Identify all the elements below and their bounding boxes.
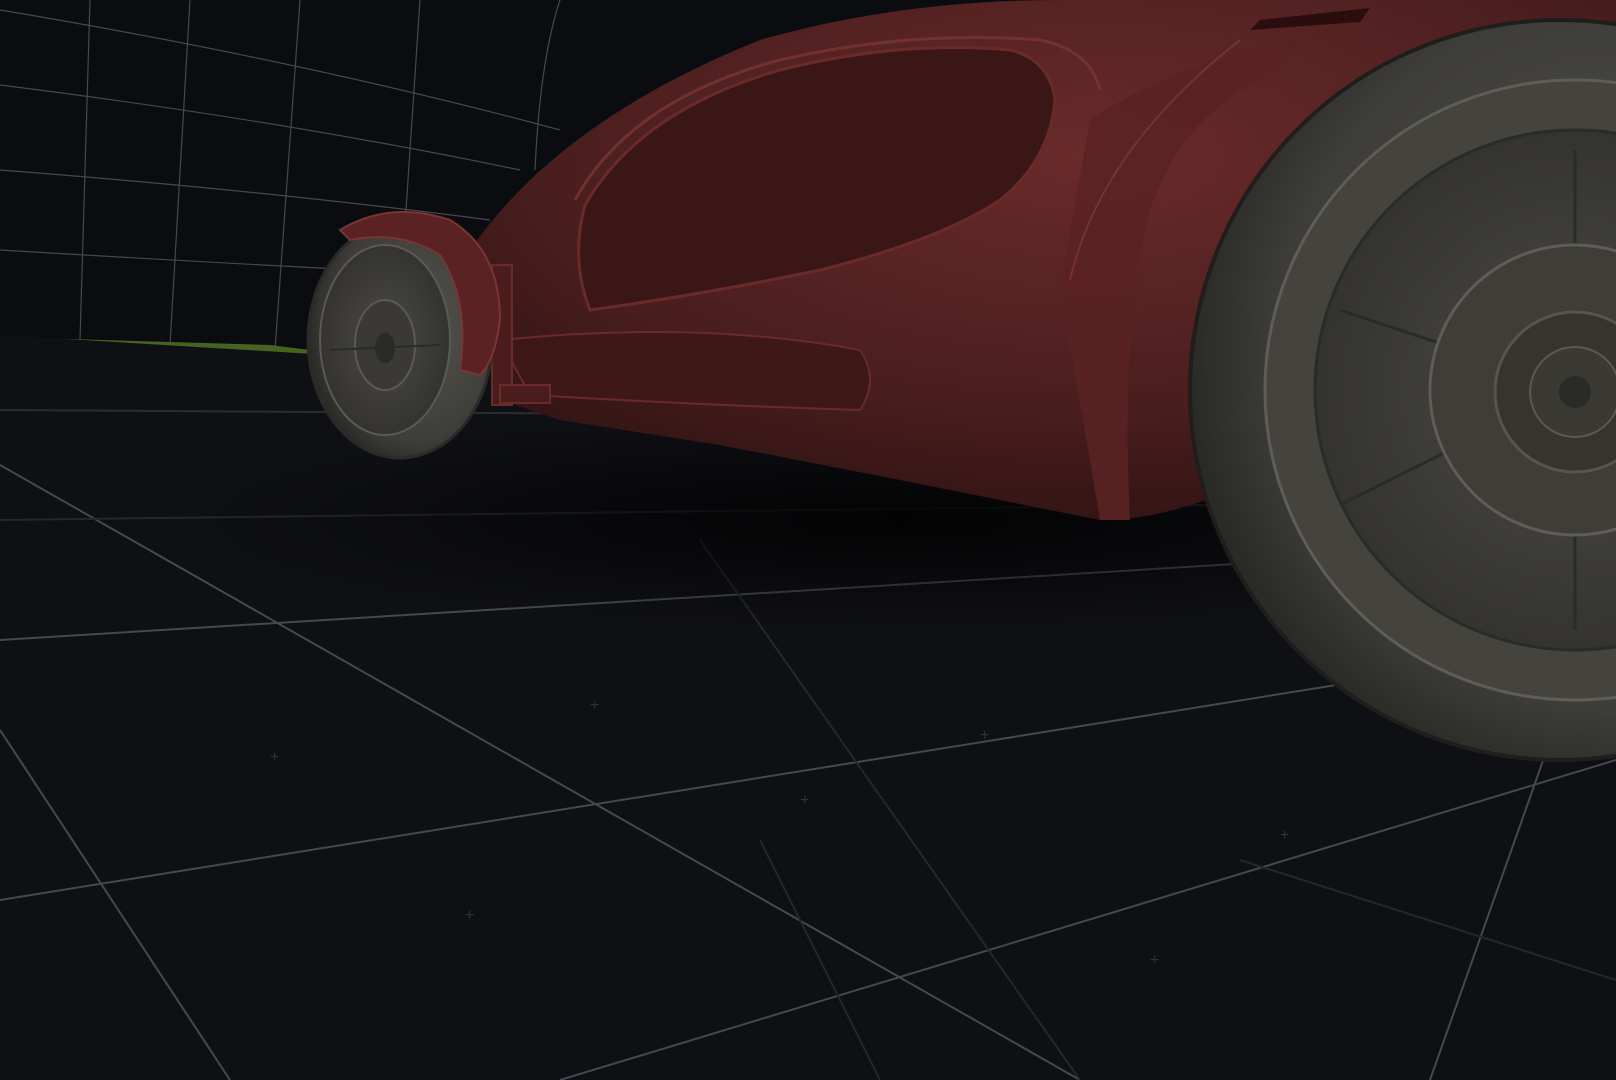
svg-text:+: + <box>800 792 809 809</box>
svg-text:+: + <box>1280 827 1289 844</box>
svg-text:+: + <box>980 727 989 744</box>
viewport-canvas[interactable]: + + + + + + + <box>0 0 1616 1080</box>
svg-text:+: + <box>590 697 599 714</box>
svg-text:+: + <box>270 749 279 766</box>
svg-text:+: + <box>465 907 474 924</box>
3d-viewport[interactable]: + + + + + + + <box>0 0 1616 1080</box>
svg-text:+: + <box>1150 952 1159 969</box>
